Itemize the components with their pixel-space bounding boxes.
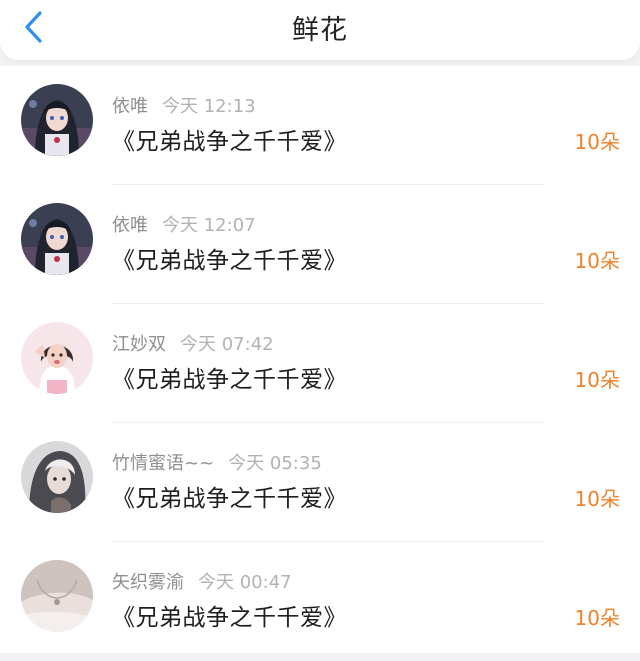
timestamp: 今天 07:42 <box>180 334 274 355</box>
avatar[interactable] <box>21 84 93 156</box>
timestamp: 今天 05:35 <box>228 453 322 474</box>
flower-count: 10朵 <box>574 368 620 392</box>
work-title[interactable]: 《兄弟战争之千千爱》 <box>112 122 347 156</box>
record-meta: 依唯 今天 12:07 <box>112 211 256 236</box>
avatar[interactable] <box>21 322 93 394</box>
list-item[interactable]: 江妙双 今天 07:42 《兄弟战争之千千爱》 10朵 <box>0 304 640 423</box>
timestamp: 今天 00:47 <box>198 572 292 593</box>
record-meta: 竹情蜜语~~ 今天 05:35 <box>112 449 322 474</box>
list-item[interactable]: 依唯 今天 12:13 《兄弟战争之千千爱》 10朵 <box>0 66 640 185</box>
work-title[interactable]: 《兄弟战争之千千爱》 <box>112 479 347 513</box>
top-bar: 鲜花 <box>0 0 640 60</box>
page-title: 鲜花 <box>292 15 348 46</box>
work-title[interactable]: 《兄弟战争之千千爱》 <box>112 241 347 275</box>
flower-count: 10朵 <box>574 606 620 630</box>
avatar[interactable] <box>21 560 93 632</box>
avatar[interactable] <box>21 203 93 275</box>
user-name[interactable]: 竹情蜜语~~ <box>112 453 214 474</box>
record-meta: 江妙双 今天 07:42 <box>112 330 274 355</box>
user-name[interactable]: 依唯 <box>112 215 148 236</box>
work-title[interactable]: 《兄弟战争之千千爱》 <box>112 360 347 394</box>
list-item[interactable]: 竹情蜜语~~ 今天 05:35 《兄弟战争之千千爱》 10朵 <box>0 423 640 542</box>
timestamp: 今天 12:07 <box>162 215 256 236</box>
flower-record-list: 依唯今天 12:13 《兄弟战争之千千爱》 10朵 依唯今天 12:07 《 <box>0 66 640 653</box>
user-name[interactable]: 依唯 <box>112 96 148 117</box>
record-meta: 矢织雾渝 今天 00:47 <box>112 568 292 593</box>
list-item[interactable]: 矢织雾渝 今天 00:47 《兄弟战争之千千爱》 10朵 <box>0 542 640 661</box>
flower-count: 10朵 <box>574 130 620 154</box>
record-meta: 依唯 今天 12:13 <box>112 92 256 117</box>
list-item[interactable]: 依唯 今天 12:07 《兄弟战争之千千爱》 10朵 <box>0 185 640 304</box>
flower-count: 10朵 <box>574 249 620 273</box>
timestamp: 今天 12:13 <box>162 96 256 117</box>
flower-count: 10朵 <box>574 487 620 511</box>
avatar[interactable] <box>21 441 93 513</box>
work-title[interactable]: 《兄弟战争之千千爱》 <box>112 598 347 632</box>
user-name[interactable]: 江妙双 <box>112 334 166 355</box>
user-name[interactable]: 矢织雾渝 <box>112 572 184 593</box>
